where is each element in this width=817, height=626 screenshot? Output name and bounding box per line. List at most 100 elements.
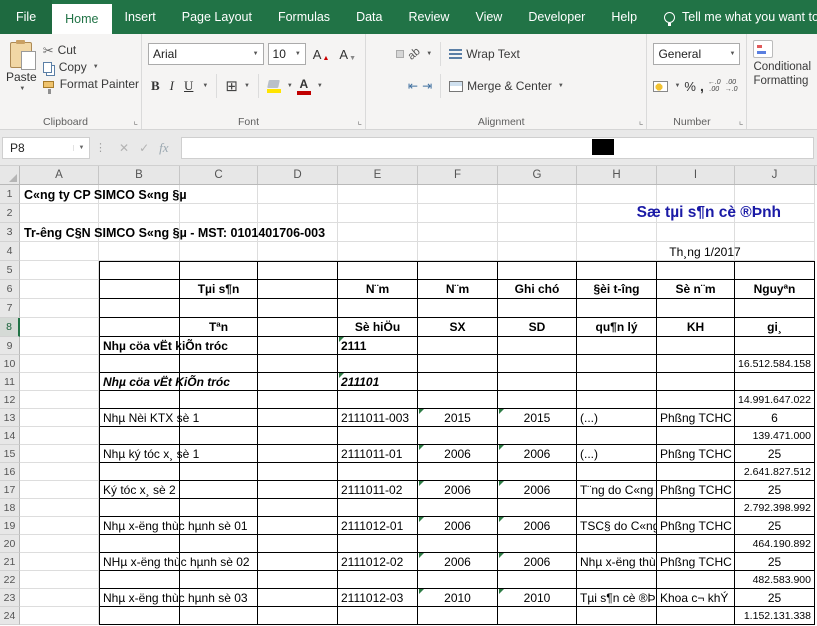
row-header-21[interactable]: 21 bbox=[0, 553, 20, 571]
cell-H6[interactable]: §èi t-îng bbox=[577, 280, 657, 299]
cell-B16[interactable] bbox=[99, 463, 180, 481]
cell-H18[interactable] bbox=[577, 499, 657, 517]
formula-bar-resize-handle[interactable]: ⋮ bbox=[95, 141, 106, 154]
underline-dropdown-arrow[interactable]: ▼ bbox=[202, 83, 208, 89]
cell-D24[interactable] bbox=[258, 607, 338, 625]
cell-G14[interactable] bbox=[498, 427, 577, 445]
cell-F24[interactable] bbox=[418, 607, 498, 625]
cell-H24[interactable] bbox=[577, 607, 657, 625]
cell-D11[interactable] bbox=[258, 373, 338, 391]
row-header-10[interactable]: 10 bbox=[0, 355, 20, 373]
cell-F6[interactable]: N¨m bbox=[418, 280, 498, 299]
cell-A22[interactable] bbox=[20, 571, 99, 589]
tab-insert[interactable]: Insert bbox=[112, 0, 169, 34]
cell-E1[interactable] bbox=[338, 185, 418, 204]
merge-center-button[interactable]: Merge & Center bbox=[467, 79, 552, 93]
cell-D23[interactable] bbox=[258, 589, 338, 607]
cell-A19[interactable] bbox=[20, 517, 99, 535]
cell-A4[interactable] bbox=[20, 242, 99, 261]
row-header-1[interactable]: 1 bbox=[0, 185, 20, 204]
cell-H17[interactable]: T¨ng do C«ng bbox=[577, 481, 657, 499]
increase-indent-button[interactable]: ⇥ bbox=[422, 79, 432, 93]
cell-G20[interactable] bbox=[498, 535, 577, 553]
cell-H21[interactable]: Nhµ x-ëng thùc bbox=[577, 553, 657, 571]
cell-F14[interactable] bbox=[418, 427, 498, 445]
cell-J5[interactable] bbox=[735, 261, 815, 280]
comma-style-button[interactable]: , bbox=[700, 78, 704, 94]
cell-B17[interactable]: Ký tóc x¸ sè 2 bbox=[99, 481, 180, 499]
cell-J9[interactable] bbox=[735, 337, 815, 355]
align-left-button[interactable] bbox=[372, 82, 380, 90]
cell-A23[interactable] bbox=[20, 589, 99, 607]
insert-function-button[interactable]: fx bbox=[159, 140, 168, 156]
cell-F2[interactable] bbox=[418, 204, 498, 223]
align-center-button[interactable] bbox=[384, 82, 392, 90]
cell-D12[interactable] bbox=[258, 391, 338, 409]
column-header-H[interactable]: H bbox=[577, 166, 657, 184]
cell-H5[interactable] bbox=[577, 261, 657, 280]
increase-decimal-button[interactable]: ←.0.00 bbox=[708, 79, 721, 93]
cell-E2[interactable] bbox=[338, 204, 418, 223]
cell-E14[interactable] bbox=[338, 427, 418, 445]
name-box[interactable]: P8 ▼ bbox=[2, 137, 90, 159]
cell-A8[interactable] bbox=[20, 318, 99, 337]
cell-D21[interactable] bbox=[258, 553, 338, 571]
cell-E23[interactable]: 2111012-03 bbox=[338, 589, 418, 607]
cell-I8[interactable]: KH bbox=[657, 318, 735, 337]
cell-B4[interactable] bbox=[99, 242, 180, 261]
column-header-J[interactable]: J bbox=[735, 166, 815, 184]
cell-F18[interactable] bbox=[418, 499, 498, 517]
cell-G10[interactable] bbox=[498, 355, 577, 373]
cell-I7[interactable] bbox=[657, 299, 735, 318]
tab-file[interactable]: File bbox=[0, 0, 52, 34]
row-header-16[interactable]: 16 bbox=[0, 463, 20, 481]
number-dialog-launcher[interactable]: ⌞ bbox=[739, 117, 744, 127]
cell-G13[interactable]: 2015 bbox=[498, 409, 577, 427]
cell-B19[interactable]: Nhµ x-ëng thùc hµnh sè 01 bbox=[99, 517, 180, 535]
cut-button[interactable]: ✂ Cut bbox=[43, 43, 139, 57]
alignment-dialog-launcher[interactable]: ⌞ bbox=[639, 117, 644, 127]
cell-A20[interactable] bbox=[20, 535, 99, 553]
cell-I16[interactable] bbox=[657, 463, 735, 481]
cell-I24[interactable] bbox=[657, 607, 735, 625]
cell-B20[interactable] bbox=[99, 535, 180, 553]
clipboard-dialog-launcher[interactable]: ⌞ bbox=[133, 117, 138, 127]
middle-align-button[interactable] bbox=[384, 50, 392, 58]
cell-C22[interactable] bbox=[180, 571, 258, 589]
row-header-12[interactable]: 12 bbox=[0, 391, 20, 409]
row-header-8[interactable]: 8 bbox=[0, 318, 20, 337]
cell-H11[interactable] bbox=[577, 373, 657, 391]
cell-J24[interactable]: 1.152.131.338 bbox=[735, 607, 815, 625]
conditional-formatting-button[interactable]: Conditional Formatting bbox=[747, 34, 817, 129]
percent-style-button[interactable]: % bbox=[684, 79, 696, 94]
cell-G15[interactable]: 2006 bbox=[498, 445, 577, 463]
cell-E19[interactable]: 2111012-01 bbox=[338, 517, 418, 535]
cell-E10[interactable] bbox=[338, 355, 418, 373]
cell-J12[interactable]: 14.991.647.022 bbox=[735, 391, 815, 409]
cell-C10[interactable] bbox=[180, 355, 258, 373]
row-header-22[interactable]: 22 bbox=[0, 571, 20, 589]
cell-I11[interactable] bbox=[657, 373, 735, 391]
row-header-6[interactable]: 6 bbox=[0, 280, 20, 299]
row-header-19[interactable]: 19 bbox=[0, 517, 20, 535]
cell-A10[interactable] bbox=[20, 355, 99, 373]
cell-A7[interactable] bbox=[20, 299, 99, 318]
cell-B9[interactable]: Nhµ cöa vËt kiÕn tróc bbox=[99, 337, 180, 355]
cell-J22[interactable]: 482.583.900 bbox=[735, 571, 815, 589]
cell-A21[interactable] bbox=[20, 553, 99, 571]
cell-G4[interactable] bbox=[498, 242, 577, 261]
cell-C17[interactable] bbox=[180, 481, 258, 499]
cell-I18[interactable] bbox=[657, 499, 735, 517]
cell-D13[interactable] bbox=[258, 409, 338, 427]
cell-B14[interactable] bbox=[99, 427, 180, 445]
cell-F9[interactable] bbox=[418, 337, 498, 355]
cell-E18[interactable] bbox=[338, 499, 418, 517]
cell-J21[interactable]: 25 bbox=[735, 553, 815, 571]
cell-C14[interactable] bbox=[180, 427, 258, 445]
bottom-align-button[interactable] bbox=[396, 50, 404, 58]
cell-E24[interactable] bbox=[338, 607, 418, 625]
row-header-7[interactable]: 7 bbox=[0, 299, 20, 318]
cell-D18[interactable] bbox=[258, 499, 338, 517]
cell-A12[interactable] bbox=[20, 391, 99, 409]
cell-H19[interactable]: TSC§ do C«ng bbox=[577, 517, 657, 535]
